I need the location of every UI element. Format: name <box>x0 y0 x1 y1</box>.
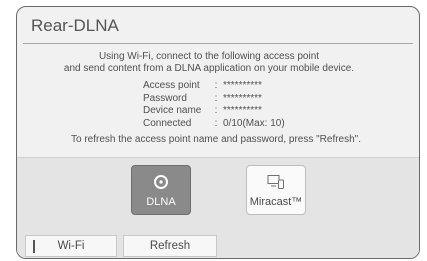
info-separator: : <box>214 105 218 116</box>
info-row-password: Password : ********** <box>143 93 285 106</box>
info-label: Device name <box>143 105 202 116</box>
info-value: 0/10(Max: 10) <box>223 117 285 129</box>
connection-info: Access point : ********** Password : ***… <box>143 80 285 130</box>
info-separator: : <box>214 92 218 104</box>
info-label: Connected <box>143 117 192 129</box>
instruction-line-1: Using Wi-Fi, connect to the following ac… <box>98 51 320 62</box>
instruction-line-2: and send content from a DLNA application… <box>63 63 355 74</box>
info-row-device-name: Device name : ********** <box>143 105 285 118</box>
info-label: Password <box>143 92 187 104</box>
dlna-icon <box>153 170 169 194</box>
refresh-button[interactable]: Refresh <box>123 235 217 257</box>
info-label: Access point <box>143 80 200 91</box>
active-indicator <box>33 240 35 253</box>
info-row-access-point: Access point : ********** <box>143 80 285 93</box>
dlna-tile[interactable]: DLNA <box>131 165 191 215</box>
rear-dlna-screen: Rear-DLNA Using Wi-Fi, connect to the fo… <box>16 6 420 259</box>
refresh-hint: To refresh the access point name and pas… <box>70 134 362 145</box>
info-row-connected: Connected : 0/10(Max: 10) <box>143 118 285 131</box>
miracast-icon <box>267 170 285 194</box>
miracast-label: Miracast™ <box>249 196 303 208</box>
page-title: Rear-DLNA <box>31 16 119 35</box>
wifi-button-label: Wi-Fi <box>57 240 85 252</box>
wifi-button[interactable]: Wi-Fi <box>25 235 117 257</box>
refresh-button-label: Refresh <box>149 240 191 252</box>
miracast-tile[interactable]: Miracast™ <box>246 165 306 215</box>
info-separator: : <box>214 117 218 129</box>
dlna-label: DLNA <box>146 196 176 208</box>
info-value: ********** <box>223 92 262 104</box>
title-divider <box>23 43 413 44</box>
info-separator: : <box>214 80 218 91</box>
info-value: ********** <box>223 80 262 91</box>
info-value: ********** <box>223 105 262 116</box>
